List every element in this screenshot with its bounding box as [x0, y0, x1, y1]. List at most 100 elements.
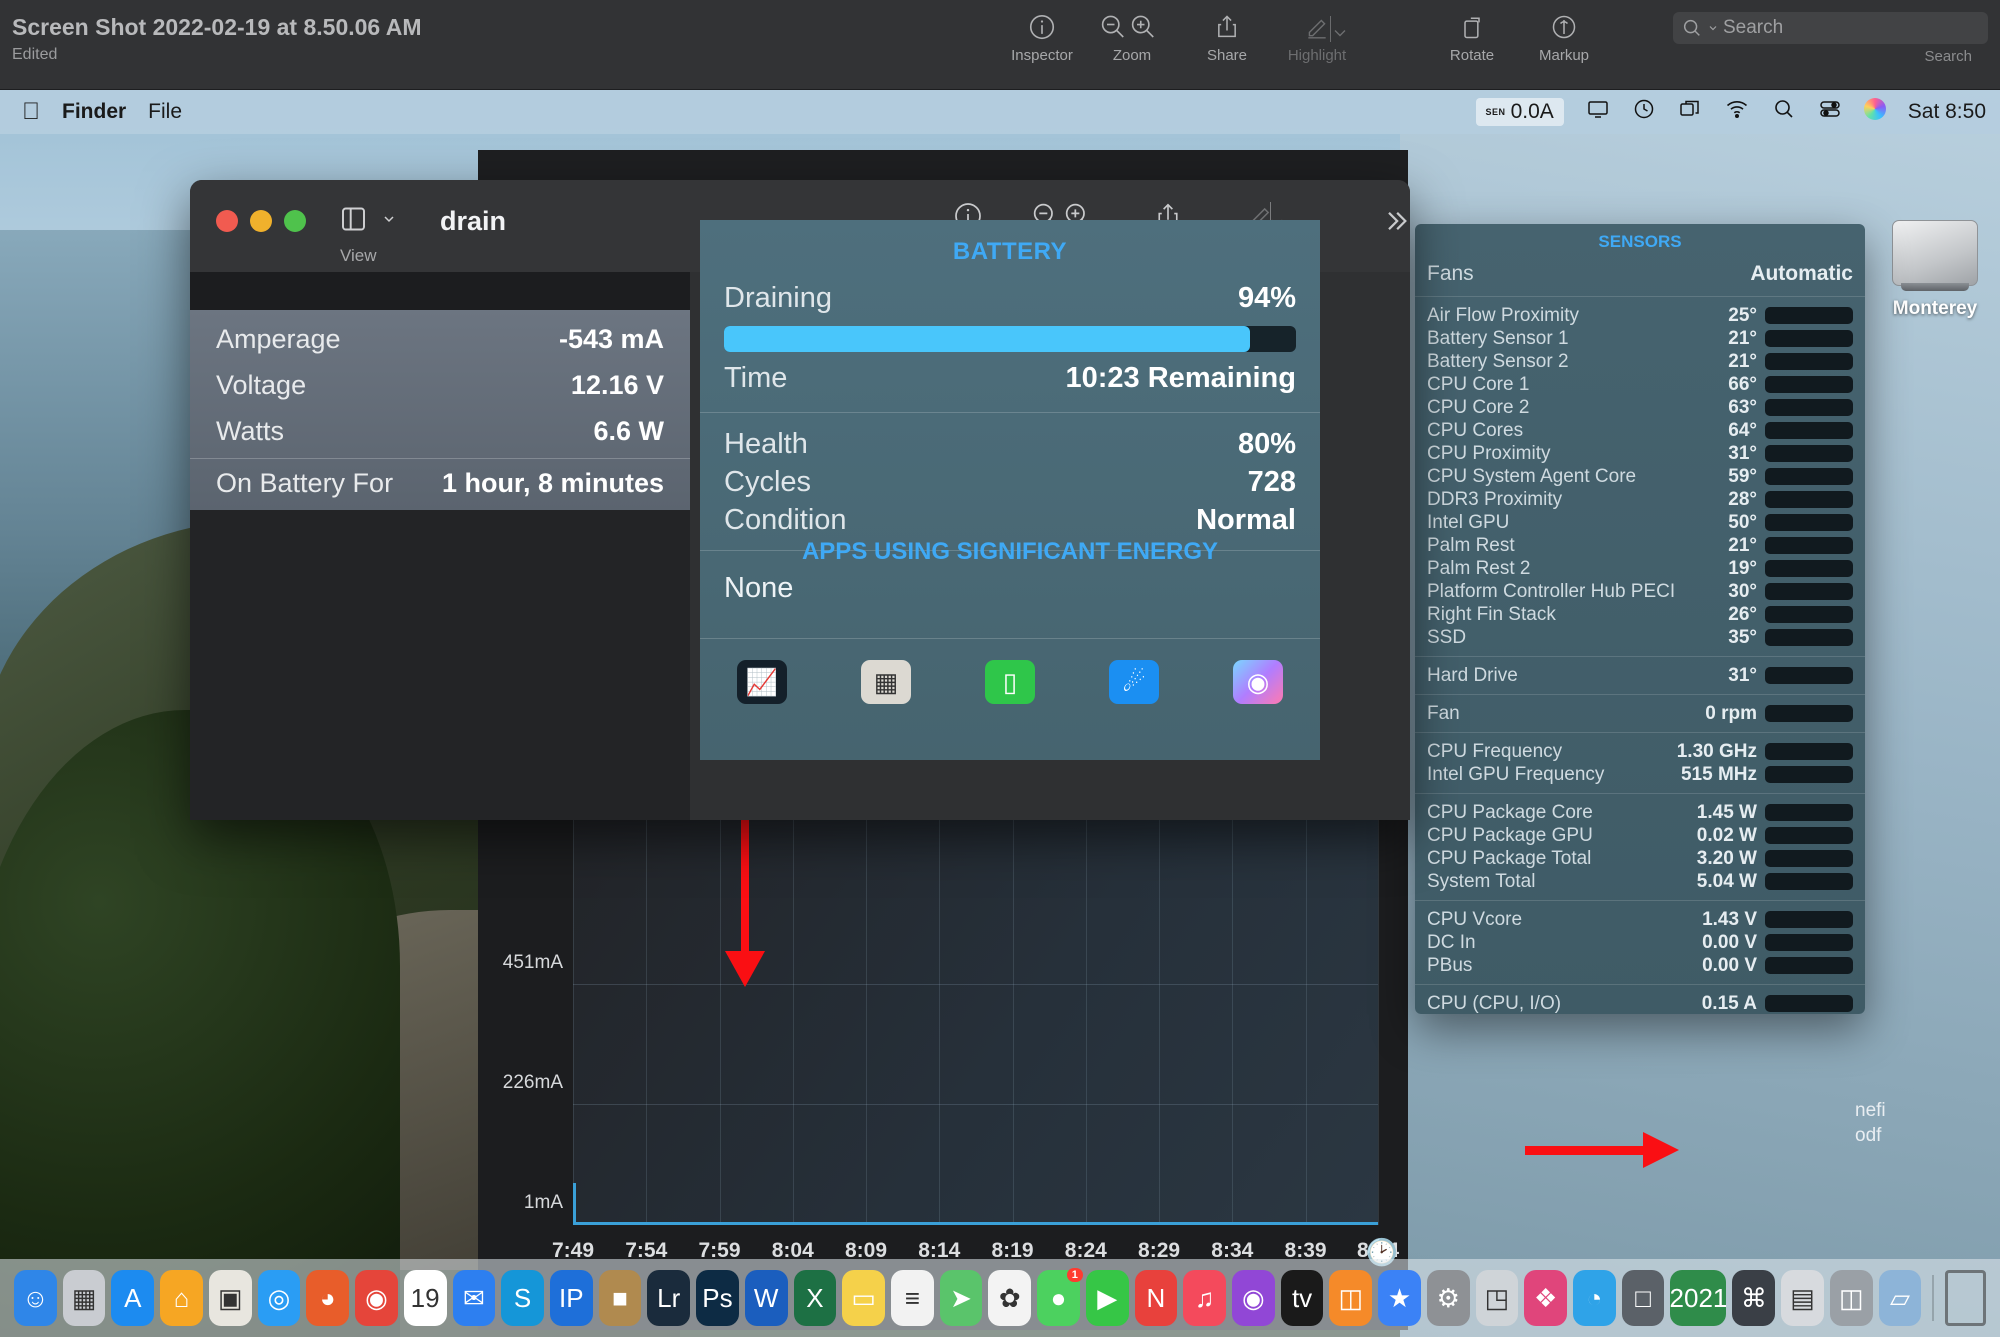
dock-item-facetime[interactable]: ▶: [1085, 1270, 1129, 1326]
sensor-row[interactable]: DDR3 Proximity 28°: [1415, 488, 1865, 511]
toolbar-markup[interactable]: Markup: [1522, 8, 1606, 64]
dock-item-news[interactable]: N: [1134, 1270, 1178, 1326]
dock-item-finder-2[interactable]: ◫: [1829, 1270, 1873, 1326]
sensor-row[interactable]: Intel GPU Frequency 515 MHz: [1415, 763, 1865, 786]
sensor-row[interactable]: CPU Package Total 3.20 W: [1415, 847, 1865, 870]
dock-item-app-store[interactable]: A: [111, 1270, 155, 1326]
desktop-disk[interactable]: Monterey: [1880, 220, 1990, 320]
sensor-row[interactable]: Battery Sensor 2 21°: [1415, 350, 1865, 373]
dock-item-photoshop[interactable]: Ps: [696, 1270, 739, 1326]
maximize-button[interactable]: [284, 210, 306, 232]
dock-item-vpn[interactable]: ◔: [1573, 1270, 1616, 1326]
sensor-row[interactable]: Palm Rest 21°: [1415, 534, 1865, 557]
sensor-row[interactable]: Fan 0 rpm: [1415, 702, 1865, 725]
toolbar-share[interactable]: Share: [1185, 8, 1269, 64]
dock-item-system-preferences[interactable]: ⚙: [1426, 1270, 1470, 1326]
dock-item-preview[interactable]: ◳: [1475, 1270, 1519, 1326]
menubar-item-file[interactable]: File: [148, 100, 182, 124]
dock-item-photos[interactable]: ✿: [988, 1270, 1032, 1326]
preferences-icon[interactable]: ◉: [1233, 660, 1283, 704]
search-input[interactable]: Search: [1673, 12, 1988, 44]
sensor-chip-icon[interactable]: ▦: [861, 660, 911, 704]
drain-toolbar-overflow[interactable]: [1348, 200, 1410, 242]
sensor-row[interactable]: CPU Vcore 1.43 V: [1415, 908, 1865, 931]
dock-item-safari[interactable]: ◎: [257, 1270, 301, 1326]
sensor-row[interactable]: Air Flow Proximity 25°: [1415, 304, 1865, 327]
close-button[interactable]: [216, 210, 238, 232]
dock-item-ip-app[interactable]: IP: [549, 1270, 593, 1326]
sensor-row[interactable]: Intel GPU 50°: [1415, 511, 1865, 534]
dock-item-firefox[interactable]: ◕: [306, 1270, 350, 1326]
sensor-row[interactable]: Right Fin Stack 26°: [1415, 603, 1865, 626]
dock-item-chrome[interactable]: ◉: [355, 1270, 398, 1326]
sensor-row[interactable]: CPU Core 1 66°: [1415, 373, 1865, 396]
dock-item-reminders[interactable]: ≡: [890, 1270, 934, 1326]
dock-item-slack[interactable]: ❖: [1524, 1270, 1568, 1326]
activity-monitor-icon[interactable]: 📈: [737, 660, 787, 704]
dock-item-trash[interactable]: [1944, 1270, 1986, 1326]
dock-item-launchpad[interactable]: ▦: [62, 1270, 106, 1326]
sensor-row[interactable]: Palm Rest 2 19°: [1415, 557, 1865, 580]
dock-item-skype[interactable]: S: [501, 1270, 544, 1326]
dock-item-finder[interactable]: ☺: [14, 1270, 57, 1326]
dock-item-calendar-2021[interactable]: 2021: [1670, 1270, 1727, 1326]
dock-item-app-store-2[interactable]: ★: [1378, 1270, 1421, 1326]
sensor-row[interactable]: Platform Controller Hub PECI 30°: [1415, 580, 1865, 603]
dock-item-apple-tv[interactable]: tv: [1280, 1270, 1324, 1326]
siri-icon[interactable]: [1863, 98, 1886, 126]
sensor-row[interactable]: CPU Package Core 1.45 W: [1415, 801, 1865, 824]
time-machine-icon[interactable]: [1632, 97, 1656, 127]
y-tick-label-0: 1mA: [523, 1192, 563, 1213]
sensor-row[interactable]: CPU Core 2 63°: [1415, 396, 1865, 419]
sensor-row[interactable]: DC In 0.00 V: [1415, 931, 1865, 954]
dock-item-folder[interactable]: ▱: [1878, 1270, 1922, 1326]
sensor-row[interactable]: Battery Sensor 1 21°: [1415, 327, 1865, 350]
dock-item-books[interactable]: ◫: [1329, 1270, 1373, 1326]
sensor-row[interactable]: CPU Frequency 1.30 GHz: [1415, 740, 1865, 763]
sensor-row[interactable]: PBus 0.00 V: [1415, 954, 1865, 977]
dock-item-lightroom[interactable]: Lr: [647, 1270, 691, 1326]
control-center-icon[interactable]: [1818, 97, 1842, 127]
sensor-row[interactable]: CPU System Agent Core 59°: [1415, 465, 1865, 488]
chevron-down-icon: [1709, 26, 1717, 31]
dock-item-music[interactable]: ♫: [1183, 1270, 1226, 1326]
toolbar-rotate[interactable]: Rotate: [1430, 8, 1514, 64]
dock-item-word[interactable]: W: [744, 1270, 788, 1326]
dock-item-photos-grid[interactable]: ▣: [208, 1270, 252, 1326]
dock-item-activity-monitor[interactable]: ⌘: [1732, 1270, 1776, 1326]
minimize-button[interactable]: [250, 210, 272, 232]
bluetooth-icon[interactable]: ☄: [1109, 660, 1159, 704]
dock-item-notes[interactable]: ▭: [842, 1270, 885, 1326]
mission-control-icon[interactable]: [1678, 97, 1702, 127]
dock-item-screenshot[interactable]: □: [1621, 1270, 1665, 1326]
sensor-row[interactable]: System Total 5.04 W: [1415, 870, 1865, 893]
sensor-row[interactable]: CPU Cores 64°: [1415, 419, 1865, 442]
dock-item-messages[interactable]: ● 1: [1037, 1268, 1083, 1326]
highlight-dropdown[interactable]: [1318, 14, 1362, 52]
dock-item-maps[interactable]: ➤: [939, 1270, 983, 1326]
dock-item-home[interactable]: ⌂: [160, 1270, 203, 1326]
wifi-icon[interactable]: [1724, 97, 1750, 127]
dock-item-keychain[interactable]: ■: [598, 1270, 642, 1326]
spotlight-icon[interactable]: [1772, 97, 1796, 127]
dock-item-mail[interactable]: ✉: [452, 1270, 496, 1326]
menubar-app-name[interactable]: Finder: [62, 100, 126, 124]
sensor-row[interactable]: CPU Package GPU 0.02 W: [1415, 824, 1865, 847]
menubar-clock[interactable]: Sat 8:50: [1908, 100, 1986, 124]
sensors-menu-extra[interactable]: SEN 0.0A: [1475, 98, 1564, 126]
dock-item-calendar[interactable]: 19: [403, 1270, 447, 1326]
dock-item-text-editor[interactable]: ▤: [1781, 1270, 1824, 1326]
toolbar-zoom[interactable]: Zoom: [1090, 8, 1174, 64]
display-icon[interactable]: [1586, 97, 1610, 127]
dock-item-podcasts[interactable]: ◉: [1232, 1270, 1275, 1326]
sensors-fans-row[interactable]: Fans Automatic: [1415, 256, 1865, 296]
battery-icon[interactable]: ▯: [985, 660, 1035, 704]
sensor-row[interactable]: Hard Drive 31°: [1415, 664, 1865, 687]
apple-logo-icon[interactable]: : [22, 98, 40, 126]
dock-item-excel[interactable]: X: [793, 1270, 837, 1326]
sensor-row[interactable]: CPU Proximity 31°: [1415, 442, 1865, 465]
toolbar-inspector[interactable]: Inspector: [1000, 8, 1084, 64]
sensor-row[interactable]: SSD 35°: [1415, 626, 1865, 649]
sensor-row[interactable]: CPU (CPU, I/O) 0.15 A: [1415, 992, 1865, 1014]
view-sidebar-button[interactable]: [340, 202, 397, 233]
